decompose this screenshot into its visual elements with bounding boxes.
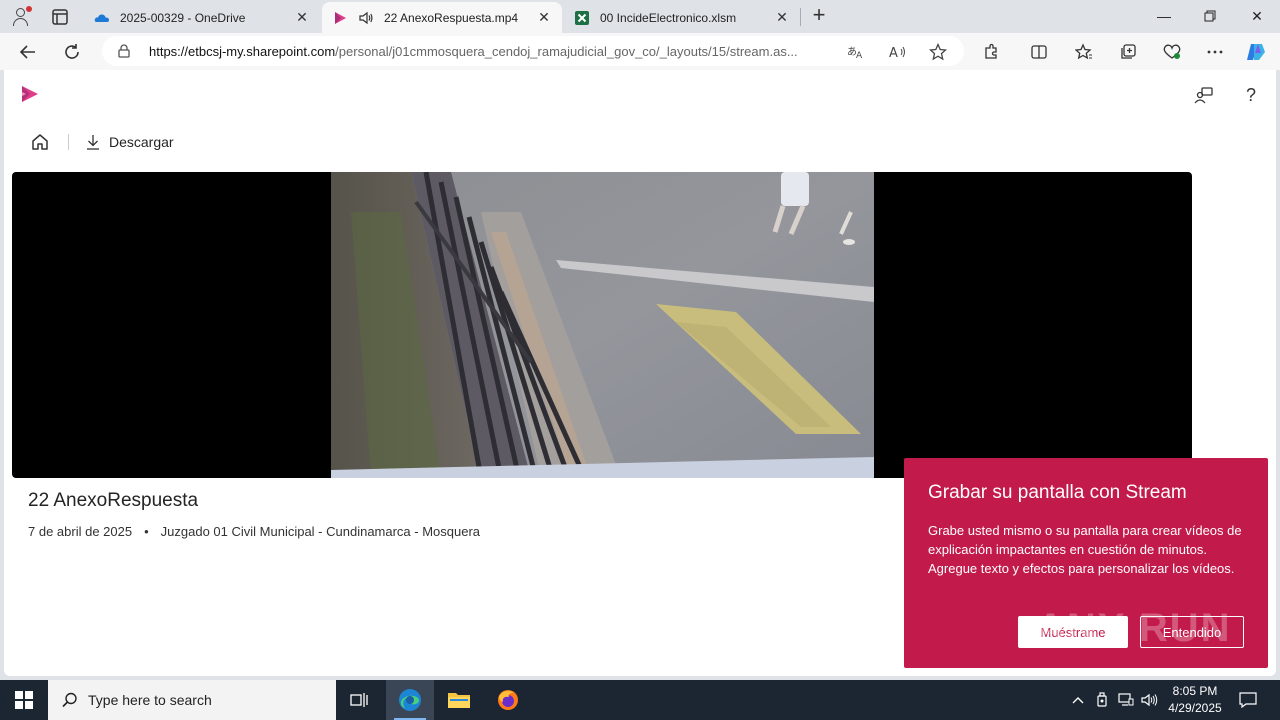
taskbar-search[interactable]: Type here to search bbox=[48, 680, 336, 720]
close-icon[interactable]: ✕ bbox=[536, 9, 552, 26]
copilot-icon[interactable] bbox=[1245, 41, 1267, 63]
show-me-button[interactable]: Muéstrame bbox=[1018, 616, 1128, 648]
taskbar-file-explorer[interactable] bbox=[435, 680, 483, 720]
clock-time: 8:05 PM bbox=[1172, 684, 1218, 698]
feedback-icon[interactable] bbox=[1193, 84, 1215, 106]
stream-logo-icon[interactable] bbox=[20, 84, 40, 104]
speaker-icon[interactable] bbox=[358, 10, 374, 26]
divider bbox=[68, 134, 69, 150]
restore-button[interactable] bbox=[1187, 0, 1233, 32]
taskbar: Type here to search 8:05 PM 4/29/2025 bbox=[0, 680, 1280, 720]
excel-icon bbox=[575, 10, 589, 25]
video-owner[interactable]: Juzgado 01 Civil Municipal - Cundinamarc… bbox=[161, 524, 480, 539]
close-icon[interactable]: ✕ bbox=[774, 9, 790, 26]
search-placeholder: Type here to search bbox=[88, 692, 212, 708]
refresh-button[interactable] bbox=[59, 39, 85, 65]
show-hidden-icons[interactable] bbox=[1068, 680, 1088, 720]
browser-essentials-icon[interactable] bbox=[1161, 41, 1183, 63]
browser-toolbar: https://etbcsj-my.sharepoint.com/persona… bbox=[0, 33, 1280, 70]
extensions-icon[interactable] bbox=[980, 41, 1002, 63]
new-tab-button[interactable]: + bbox=[808, 4, 830, 27]
download-label: Descargar bbox=[109, 134, 174, 150]
url-path: /personal/j01cmmosquera_cendoj_ramajudic… bbox=[335, 44, 798, 59]
usb-icon bbox=[1097, 692, 1107, 707]
folder-icon bbox=[448, 693, 470, 708]
profile-icon[interactable] bbox=[10, 6, 32, 28]
help-icon[interactable]: ? bbox=[1240, 84, 1262, 106]
clock-date: 4/29/2025 bbox=[1168, 701, 1222, 715]
search-icon bbox=[62, 692, 77, 708]
task-view-icon bbox=[350, 693, 368, 707]
video-metadata: 7 de abril de 2025 • Juzgado 01 Civil Mu… bbox=[28, 524, 480, 539]
favorite-star-icon[interactable] bbox=[928, 42, 948, 62]
video-player[interactable] bbox=[12, 172, 1192, 478]
more-menu-icon[interactable] bbox=[1204, 41, 1226, 63]
notification-icon bbox=[1239, 692, 1257, 708]
volume-icon bbox=[1141, 693, 1158, 707]
tab-onedrive[interactable]: 2025-00329 - OneDrive ✕ bbox=[84, 2, 320, 33]
split-screen-icon[interactable] bbox=[1028, 41, 1050, 63]
close-icon[interactable]: ✕ bbox=[294, 9, 310, 26]
stream-icon bbox=[335, 11, 346, 24]
bubble-body: Grabe usted mismo o su pantalla para cre… bbox=[928, 523, 1242, 576]
meta-separator: • bbox=[144, 524, 149, 539]
network-tray[interactable] bbox=[1116, 680, 1136, 720]
minimize-button[interactable]: — bbox=[1141, 0, 1187, 32]
firefox-icon bbox=[498, 690, 518, 710]
command-bar: Descargar bbox=[28, 130, 174, 154]
notifications-button[interactable] bbox=[1236, 680, 1260, 720]
bubble-title: Grabar su pantalla con Stream bbox=[928, 482, 1187, 503]
tab-stream-video[interactable]: 22 AnexoRespuesta.mp4 ✕ bbox=[322, 2, 562, 33]
favorites-icon[interactable] bbox=[1073, 41, 1095, 63]
taskbar-firefox[interactable] bbox=[484, 680, 532, 720]
network-icon bbox=[1118, 693, 1134, 706]
back-button[interactable] bbox=[15, 39, 41, 65]
windows-start-button[interactable] bbox=[0, 680, 48, 720]
volume-tray[interactable] bbox=[1140, 680, 1160, 720]
address-bar[interactable]: https://etbcsj-my.sharepoint.com/persona… bbox=[102, 36, 964, 66]
tab-excel[interactable]: 00 IncideElectronico.xlsm ✕ bbox=[564, 2, 800, 33]
onedrive-icon bbox=[94, 13, 109, 22]
video-date: 7 de abril de 2025 bbox=[28, 524, 133, 539]
tab-actions-icon[interactable] bbox=[50, 7, 70, 27]
tab-divider bbox=[800, 8, 801, 26]
windows-icon bbox=[15, 691, 33, 709]
tab-title: 00 IncideElectronico.xlsm bbox=[600, 10, 737, 25]
chevron-up-icon bbox=[1072, 697, 1084, 704]
translate-icon[interactable]: あA bbox=[846, 42, 866, 62]
svg-text:A: A bbox=[889, 46, 898, 60]
got-it-button[interactable]: Entendido bbox=[1140, 616, 1244, 648]
tab-strip: 2025-00329 - OneDrive ✕ 22 AnexoRespuest… bbox=[0, 0, 1280, 33]
read-aloud-icon[interactable]: A bbox=[888, 42, 908, 62]
system-clock[interactable]: 8:05 PM 4/29/2025 bbox=[1160, 683, 1230, 717]
taskbar-edge[interactable] bbox=[386, 680, 434, 720]
edge-icon bbox=[399, 689, 421, 711]
video-title: 22 AnexoRespuesta bbox=[28, 490, 199, 511]
svg-text:A: A bbox=[856, 51, 863, 60]
close-window-button[interactable]: ✕ bbox=[1234, 0, 1280, 32]
task-view-button[interactable] bbox=[336, 680, 384, 720]
download-icon bbox=[87, 135, 99, 150]
download-button[interactable]: Descargar bbox=[85, 134, 174, 150]
tab-title: 2025-00329 - OneDrive bbox=[120, 10, 246, 25]
url-domain: https://etbcsj-my.sharepoint.com bbox=[149, 44, 336, 59]
device-tray[interactable] bbox=[1092, 680, 1112, 720]
video-frame bbox=[331, 172, 874, 478]
record-screen-teaching-bubble: Grabar su pantalla con Stream Grabe uste… bbox=[904, 458, 1268, 668]
lock-icon[interactable] bbox=[118, 44, 130, 58]
collections-icon[interactable] bbox=[1117, 41, 1139, 63]
url-text[interactable]: https://etbcsj-my.sharepoint.com/persona… bbox=[149, 44, 839, 59]
home-button[interactable] bbox=[28, 130, 52, 154]
tab-title: 22 AnexoRespuesta.mp4 bbox=[384, 10, 519, 25]
